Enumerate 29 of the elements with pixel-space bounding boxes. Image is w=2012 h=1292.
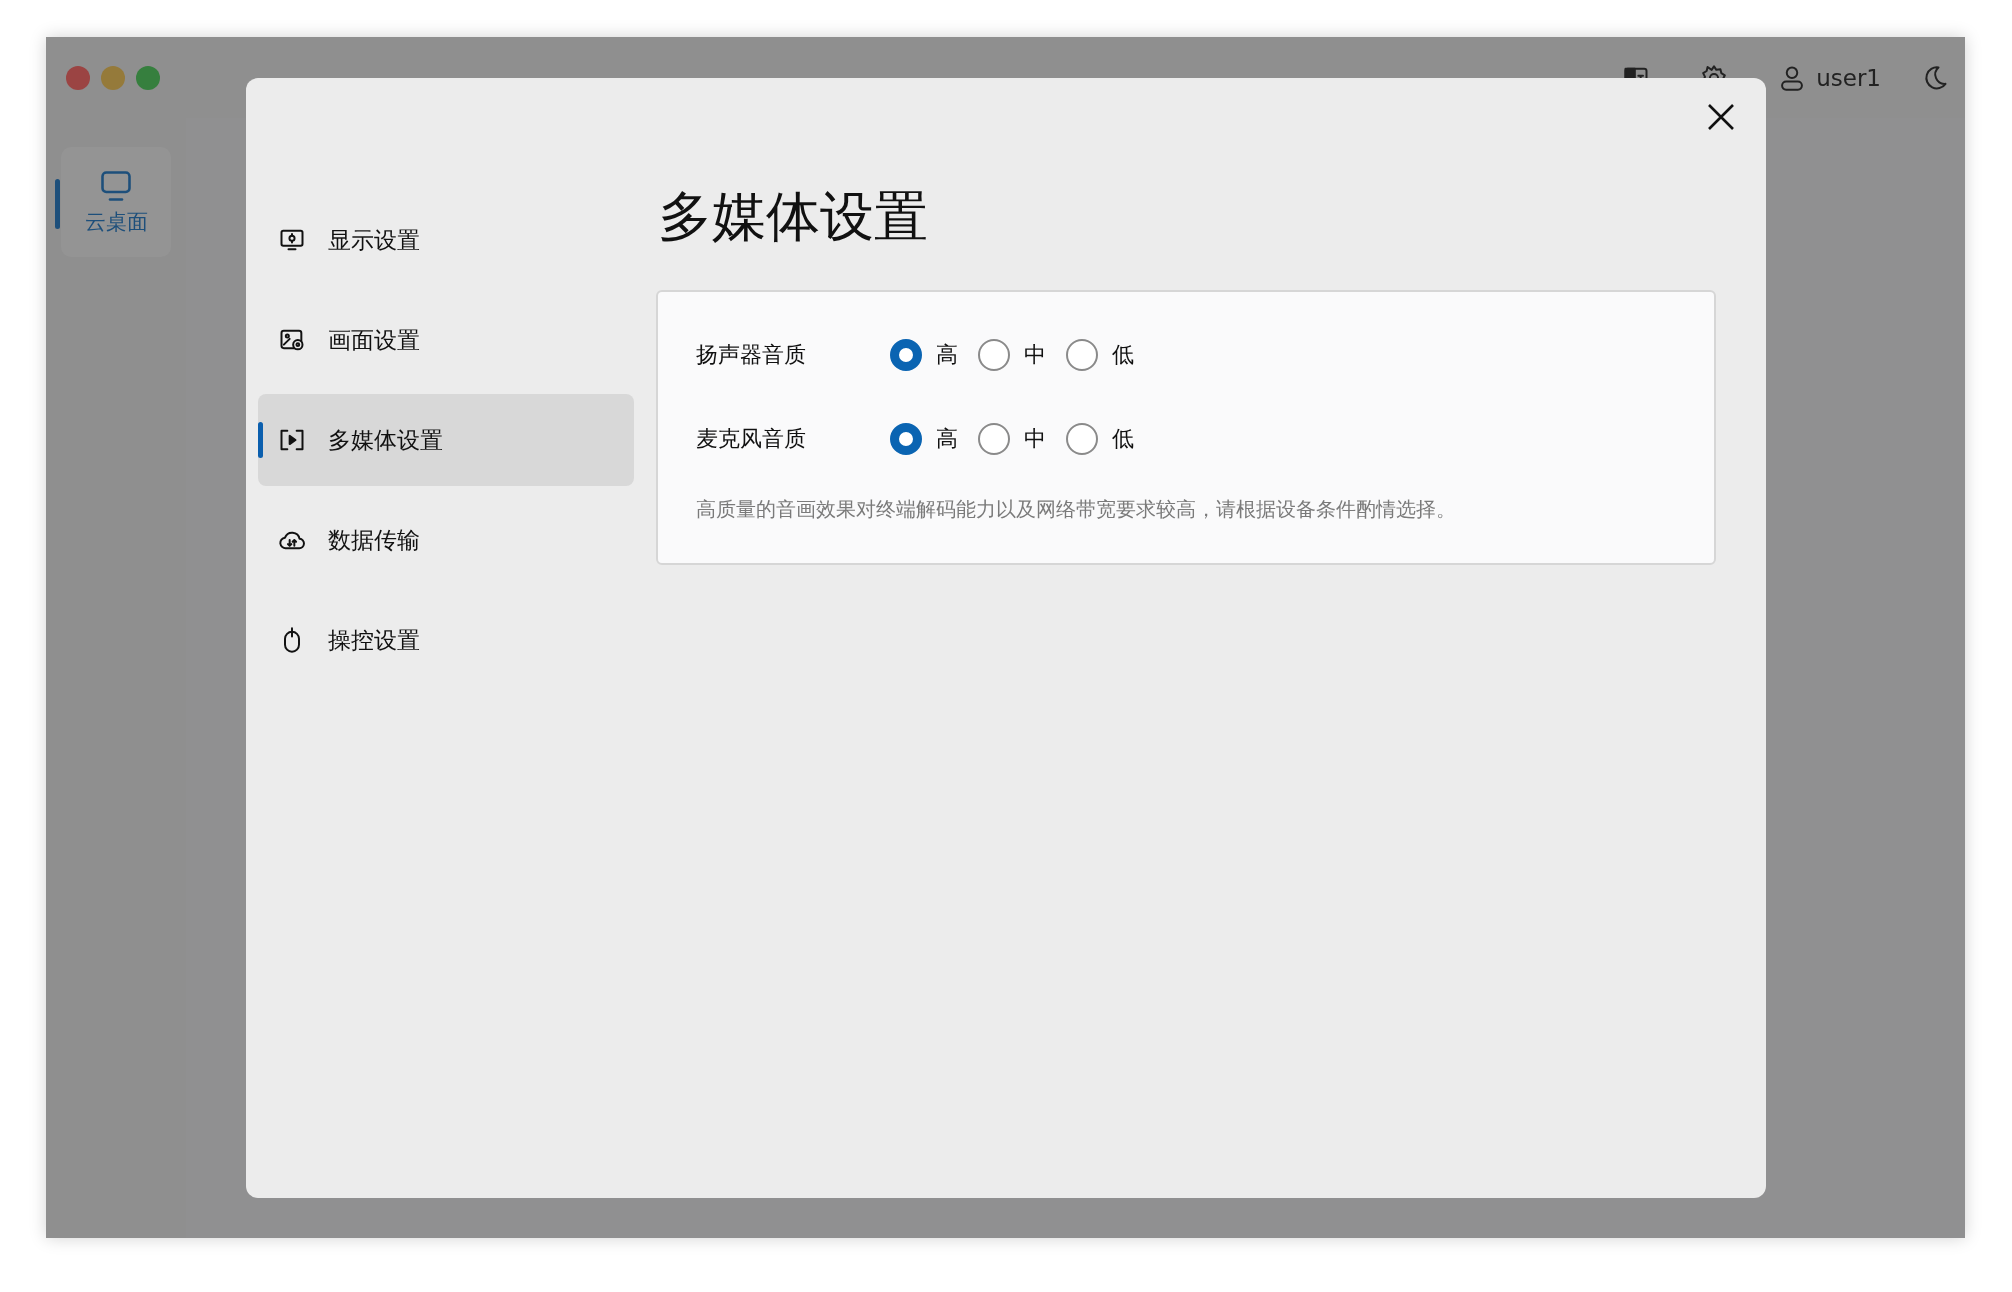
radio-label[interactable]: 高 [936, 340, 958, 371]
radio-button[interactable] [1066, 339, 1098, 372]
radio-button[interactable] [978, 339, 1010, 372]
nav-item[interactable]: 操控设置 [258, 594, 634, 686]
radio-button[interactable] [890, 339, 922, 372]
radio-button[interactable] [978, 423, 1010, 456]
selection-indicator [258, 422, 263, 458]
rail-label: 云桌面 [84, 209, 148, 236]
hint-text: 高质量的音画效果对终端解码能力以及网络带宽要求较高，请根据设备条件酌情选择。 [696, 496, 1457, 524]
selection-indicator [55, 179, 60, 229]
nav-item[interactable]: 多媒体设置 [258, 394, 634, 486]
monitor-icon [98, 168, 134, 204]
nav-item[interactable]: 画面设置 [258, 294, 634, 386]
setting-label: 扬声器音质 [696, 341, 807, 370]
radio-button[interactable] [1066, 423, 1098, 456]
window-control-dot[interactable] [66, 65, 90, 90]
window-control-dot[interactable] [101, 65, 125, 90]
nav-item[interactable]: 显示设置 [258, 194, 634, 286]
radio-label[interactable]: 中 [1024, 424, 1046, 455]
nav-item[interactable]: 数据传输 [258, 494, 634, 586]
radio-label[interactable]: 低 [1112, 424, 1134, 455]
window-control-dot[interactable] [136, 65, 160, 90]
dialog-title: 多媒体设置 [658, 184, 929, 250]
radio-button[interactable] [890, 423, 922, 456]
user-name[interactable]: user1 [1816, 64, 1881, 91]
radio-label[interactable]: 高 [936, 424, 958, 455]
setting-label: 麦克风音质 [696, 425, 807, 454]
radio-label[interactable]: 低 [1112, 340, 1134, 371]
radio-label[interactable]: 中 [1024, 340, 1046, 371]
